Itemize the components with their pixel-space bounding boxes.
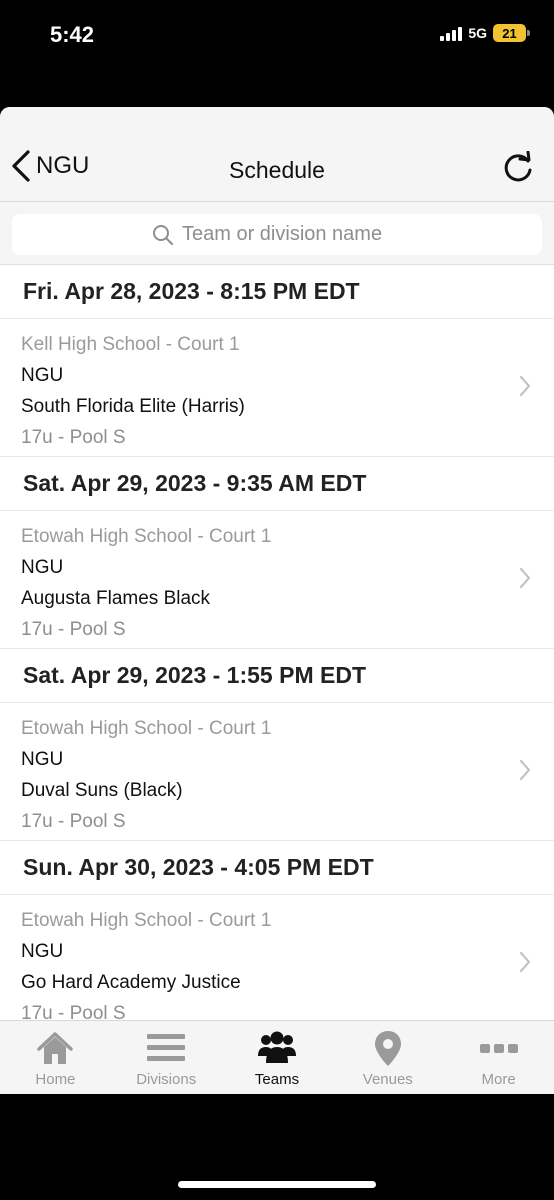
signal-icon xyxy=(440,25,463,41)
tab-teams[interactable]: Teams xyxy=(222,1021,333,1094)
game-row[interactable]: Etowah High School - Court 1 NGU Duval S… xyxy=(0,703,554,841)
status-bar: 5:42 5G 21 xyxy=(0,0,554,70)
list-icon xyxy=(147,1034,186,1061)
schedule-section: Sat. Apr 29, 2023 - 9:35 AM EDT Etowah H… xyxy=(0,457,554,649)
location-pin-icon xyxy=(374,1031,401,1066)
tab-divisions[interactable]: Divisions xyxy=(111,1021,222,1094)
game-team-away: Augusta Flames Black xyxy=(21,588,211,609)
search-bar xyxy=(0,202,554,265)
tab-label: Teams xyxy=(254,1071,300,1088)
game-venue: Kell High School - Court 1 xyxy=(21,334,240,355)
chevron-right-icon xyxy=(519,759,531,781)
chevron-right-icon xyxy=(519,951,531,973)
game-datetime-header: Fri. Apr 28, 2023 - 8:15 PM EDT xyxy=(0,265,554,319)
game-venue: Etowah High School - Court 1 xyxy=(21,718,272,739)
status-time: 5:42 xyxy=(50,22,95,47)
game-pool: 17u - Pool S xyxy=(21,427,126,448)
people-icon xyxy=(257,1031,296,1063)
game-datetime-header: Sun. Apr 30, 2023 - 4:05 PM EDT xyxy=(0,841,554,895)
game-datetime-header: Sat. Apr 29, 2023 - 9:35 AM EDT xyxy=(0,457,554,511)
game-team-home: NGU xyxy=(21,749,64,770)
search-box[interactable] xyxy=(12,214,542,255)
network-type: 5G xyxy=(468,25,487,41)
game-venue: Etowah High School - Court 1 xyxy=(21,526,272,547)
schedule-list[interactable]: Fri. Apr 28, 2023 - 8:15 PM EDT Kell Hig… xyxy=(0,265,554,1020)
tab-more[interactable]: More xyxy=(443,1021,554,1094)
game-row[interactable]: Etowah High School - Court 1 NGU Go Hard… xyxy=(0,895,554,1020)
game-datetime-header: Sat. Apr 29, 2023 - 1:55 PM EDT xyxy=(0,649,554,703)
home-indicator[interactable] xyxy=(178,1181,376,1188)
battery-level: 21 xyxy=(502,25,517,41)
search-input[interactable] xyxy=(182,223,402,246)
navigation-bar: NGU Schedule xyxy=(0,107,554,202)
game-venue: Etowah High School - Court 1 xyxy=(21,910,272,931)
game-team-home: NGU xyxy=(21,365,64,386)
tab-label: Divisions xyxy=(136,1071,197,1088)
refresh-icon[interactable] xyxy=(502,151,534,185)
game-row[interactable]: Kell High School - Court 1 NGU South Flo… xyxy=(0,319,554,457)
home-icon xyxy=(37,1032,74,1064)
schedule-section: Sat. Apr 29, 2023 - 1:55 PM EDT Etowah H… xyxy=(0,649,554,841)
status-indicators: 5G 21 xyxy=(440,24,530,42)
game-team-away: Go Hard Academy Justice xyxy=(21,972,241,993)
tab-venues[interactable]: Venues xyxy=(332,1021,443,1094)
more-dots-icon xyxy=(479,1044,518,1053)
tab-home[interactable]: Home xyxy=(0,1021,111,1094)
tab-bar: Home Divisions Teams Venues More xyxy=(0,1020,554,1094)
tab-label: Home xyxy=(35,1071,76,1088)
tab-label: More xyxy=(481,1071,516,1088)
game-pool: 17u - Pool S xyxy=(21,1003,126,1020)
game-team-away: South Florida Elite (Harris) xyxy=(21,396,245,417)
schedule-section: Fri. Apr 28, 2023 - 8:15 PM EDT Kell Hig… xyxy=(0,265,554,457)
game-pool: 17u - Pool S xyxy=(21,811,126,832)
chevron-right-icon xyxy=(519,567,531,589)
tab-label: Venues xyxy=(362,1071,413,1088)
game-team-home: NGU xyxy=(21,557,64,578)
app-sheet: NGU Schedule Fri. Apr 28, 2023 - 8:15 PM… xyxy=(0,107,554,1094)
chevron-right-icon xyxy=(519,375,531,397)
battery-icon: 21 xyxy=(493,24,530,42)
game-row[interactable]: Etowah High School - Court 1 NGU Augusta… xyxy=(0,511,554,649)
search-icon xyxy=(153,224,173,245)
game-pool: 17u - Pool S xyxy=(21,619,126,640)
page-title: Schedule xyxy=(229,157,325,183)
game-team-away: Duval Suns (Black) xyxy=(21,780,183,801)
game-team-home: NGU xyxy=(21,941,64,962)
schedule-section: Sun. Apr 30, 2023 - 4:05 PM EDT Etowah H… xyxy=(0,841,554,1020)
